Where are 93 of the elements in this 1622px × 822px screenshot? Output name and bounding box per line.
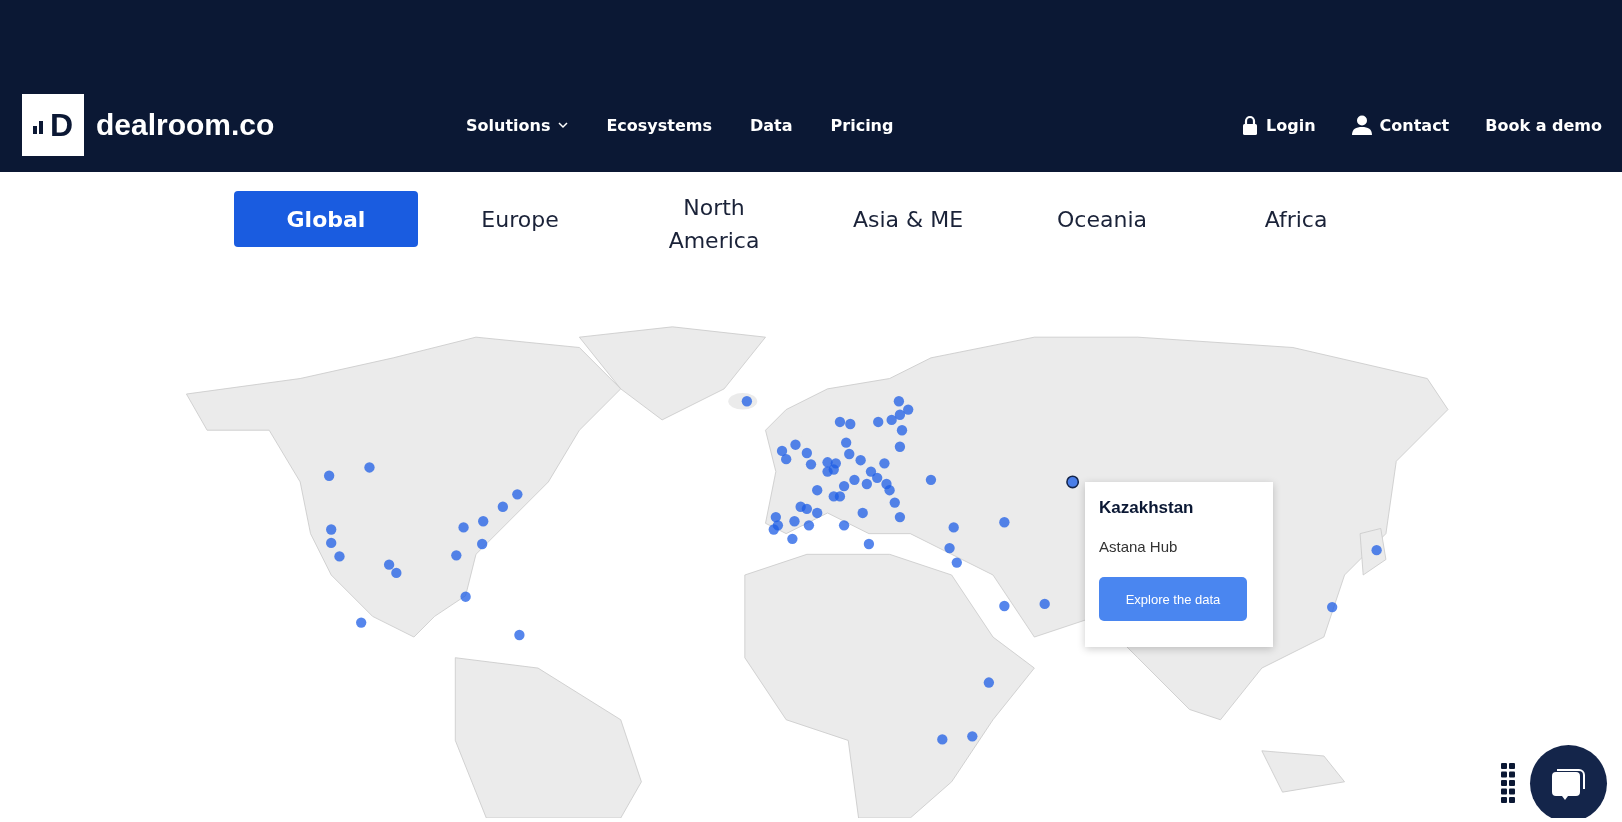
location-dot[interactable]	[937, 734, 948, 745]
location-dot[interactable]	[822, 457, 833, 468]
location-dot[interactable]	[886, 414, 897, 426]
location-dot[interactable]	[841, 437, 852, 448]
region-tab[interactable]: North America	[622, 191, 806, 247]
explore-button[interactable]: Explore the data	[1099, 577, 1247, 621]
region-tab[interactable]: Europe	[428, 191, 612, 247]
nav-link[interactable]: Ecosystems	[606, 115, 712, 135]
location-dot[interactable]	[460, 591, 471, 602]
logo-text[interactable]: dealroom.co	[96, 108, 275, 142]
location-dot[interactable]	[478, 516, 489, 527]
location-dot[interactable]	[893, 396, 905, 407]
location-dot[interactable]	[512, 489, 523, 500]
header-link[interactable]: Book a demo	[1485, 115, 1602, 135]
nav-link[interactable]: Data	[750, 115, 793, 135]
location-dot[interactable]	[896, 425, 908, 436]
location-dot[interactable]	[903, 404, 914, 415]
location-dot[interactable]	[803, 520, 815, 531]
header-link[interactable]: Login	[1242, 115, 1316, 135]
location-dot[interactable]	[514, 629, 525, 641]
nav-link[interactable]: Pricing	[830, 115, 894, 135]
location-dot[interactable]	[356, 617, 367, 628]
location-dot[interactable]	[999, 600, 1010, 612]
location-dot[interactable]	[951, 557, 962, 568]
location-dot[interactable]	[326, 524, 337, 535]
location-dot[interactable]	[451, 550, 462, 561]
location-dot[interactable]	[391, 567, 402, 579]
location-dot[interactable]	[863, 538, 875, 550]
location-dot[interactable]	[801, 503, 813, 514]
location-dot[interactable]	[849, 474, 860, 486]
location-dot[interactable]	[838, 480, 850, 492]
location-dot[interactable]	[861, 478, 872, 490]
region-tab[interactable]: Asia & ME	[816, 191, 1000, 247]
location-dot[interactable]	[1327, 601, 1338, 613]
location-dot[interactable]	[790, 439, 801, 450]
country-name: Kazakhstan	[1099, 498, 1195, 518]
location-dot[interactable]	[830, 458, 841, 469]
location-dot[interactable]	[477, 538, 488, 550]
location-dot[interactable]	[894, 511, 906, 523]
location-dot[interactable]	[787, 533, 798, 544]
logo-icon[interactable]: D	[22, 94, 84, 156]
location-dot[interactable]	[879, 458, 890, 469]
location-dot[interactable]	[741, 396, 753, 407]
location-dot[interactable]	[834, 416, 846, 428]
location-dot[interactable]	[983, 677, 995, 688]
location-dot[interactable]	[857, 507, 868, 519]
location-dot[interactable]	[776, 445, 788, 457]
lock-icon	[1242, 115, 1259, 135]
location-dot[interactable]	[884, 485, 895, 496]
header-link[interactable]: Contact	[1351, 115, 1450, 135]
location-dot[interactable]	[838, 520, 850, 531]
location-dot[interactable]	[894, 441, 906, 452]
location-dot[interactable]	[770, 511, 781, 523]
location-dot[interactable]	[865, 466, 877, 477]
location-dot[interactable]	[812, 485, 823, 496]
location-dot[interactable]	[822, 466, 833, 477]
location-dot[interactable]	[801, 447, 813, 459]
location-dot[interactable]	[889, 497, 900, 508]
nav-link[interactable]: Solutions	[466, 115, 569, 135]
person-icon	[1351, 115, 1372, 135]
location-dot[interactable]	[383, 559, 395, 570]
location-dot[interactable]	[458, 522, 469, 533]
location-dot[interactable]	[948, 522, 959, 533]
location-dot[interactable]	[781, 454, 792, 465]
location-dot[interactable]	[855, 455, 866, 466]
location-dot[interactable]	[323, 470, 335, 481]
dots-grid-icon[interactable]	[1501, 763, 1515, 805]
location-dot[interactable]	[1066, 475, 1080, 489]
location-dot[interactable]	[334, 551, 345, 562]
location-dot[interactable]	[805, 459, 817, 470]
location-dot[interactable]	[812, 507, 823, 519]
hub-name: Astana Hub	[1099, 538, 1179, 555]
location-dot[interactable]	[1039, 598, 1050, 610]
location-dot[interactable]	[326, 537, 337, 549]
location-dot[interactable]	[364, 462, 375, 473]
location-dot[interactable]	[789, 516, 800, 527]
region-tab[interactable]: Africa	[1204, 191, 1388, 247]
chevron-icon	[558, 121, 569, 129]
region-tab[interactable]: Global	[234, 191, 418, 247]
location-dot[interactable]	[1371, 545, 1382, 556]
location-dot[interactable]	[894, 409, 906, 420]
location-dot[interactable]	[834, 491, 846, 502]
location-dot[interactable]	[925, 474, 937, 486]
location-dot[interactable]	[967, 731, 978, 742]
location-dot[interactable]	[845, 418, 856, 430]
region-tab[interactable]: Oceania	[1010, 191, 1194, 247]
location-dot[interactable]	[497, 501, 508, 512]
location-dot[interactable]	[944, 542, 955, 554]
location-dot[interactable]	[873, 416, 884, 428]
location-dot[interactable]	[844, 448, 855, 460]
location-dot[interactable]	[999, 517, 1010, 528]
location-dot[interactable]	[768, 524, 779, 535]
location-dot[interactable]	[872, 472, 883, 483]
